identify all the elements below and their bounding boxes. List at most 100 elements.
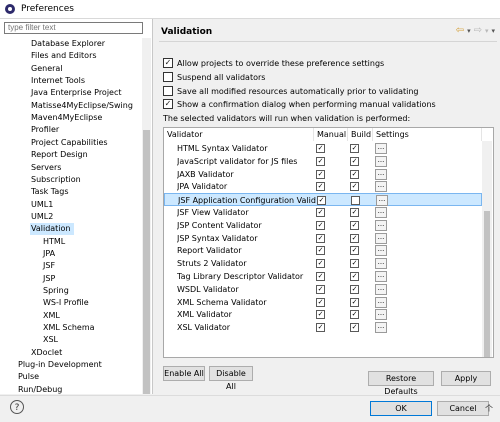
- chevron-down-icon[interactable]: ▾: [485, 27, 489, 35]
- option-allow-override[interactable]: ✓ Allow projects to override these prefer…: [163, 57, 384, 70]
- disable-all-button[interactable]: Disable All: [209, 366, 253, 391]
- checkbox[interactable]: ✓: [163, 57, 173, 68]
- tree-item[interactable]: XML: [43, 310, 60, 322]
- manual-checkbox[interactable]: ✓: [316, 233, 325, 243]
- build-checkbox[interactable]: ✓: [350, 144, 359, 153]
- settings-button[interactable]: ...: [376, 195, 388, 207]
- checkbox[interactable]: [163, 71, 173, 82]
- settings-button[interactable]: ...: [375, 322, 387, 334]
- settings-button[interactable]: ...: [375, 207, 387, 218]
- build-checkbox[interactable]: ✓: [350, 182, 359, 192]
- back-arrow-icon[interactable]: ⇦: [456, 25, 464, 36]
- tree-item[interactable]: Validation: [30, 223, 74, 236]
- table-row[interactable]: XSL Validator ✓ ✓...: [164, 321, 482, 334]
- tree-item[interactable]: Plug-in Development: [18, 359, 102, 371]
- menu-icon[interactable]: ▾: [491, 27, 495, 35]
- settings-button[interactable]: ...: [375, 245, 387, 257]
- tree-item[interactable]: XSL: [43, 334, 58, 346]
- build-checkbox[interactable]: ✓: [350, 246, 359, 256]
- column-header-settings[interactable]: Settings: [373, 128, 482, 141]
- manual-checkbox[interactable]: ✓: [316, 284, 325, 294]
- build-checkbox[interactable]: ✓: [350, 156, 359, 166]
- settings-button[interactable]: ...: [375, 168, 387, 180]
- build-checkbox[interactable]: ✓: [350, 297, 359, 307]
- scrollbar-thumb[interactable]: [143, 130, 150, 394]
- manual-checkbox[interactable]: ✓: [316, 246, 325, 256]
- manual-checkbox[interactable]: ✓: [316, 144, 325, 153]
- tree-item[interactable]: JSP: [43, 273, 55, 285]
- manual-checkbox[interactable]: ✓: [316, 182, 325, 192]
- table-row[interactable]: WSDL Validator ✓ ✓...: [164, 283, 482, 296]
- option-show-confirmation[interactable]: ✓ Show a confirmation dialog when perform…: [163, 98, 436, 111]
- settings-button[interactable]: ...: [375, 232, 387, 244]
- tree-item[interactable]: Files and Editors: [31, 50, 97, 62]
- option-suspend-validators[interactable]: Suspend all validators: [163, 71, 265, 84]
- manual-checkbox[interactable]: ✓: [317, 196, 326, 206]
- build-checkbox[interactable]: ✓: [350, 272, 359, 281]
- filter-input[interactable]: [4, 22, 143, 34]
- forward-arrow-icon[interactable]: ⇨: [474, 25, 482, 36]
- table-row[interactable]: XML Schema Validator ✓ ✓...: [164, 296, 482, 309]
- settings-button[interactable]: ...: [375, 258, 387, 270]
- tree-item[interactable]: Java Enterprise Project: [31, 87, 122, 99]
- tree-item[interactable]: Subscription: [31, 174, 81, 186]
- settings-button[interactable]: ...: [375, 181, 387, 193]
- tree-item[interactable]: Matisse4MyEclipse/Swing: [31, 100, 133, 112]
- checkbox[interactable]: ✓: [163, 98, 173, 109]
- build-checkbox[interactable]: [351, 196, 360, 206]
- build-checkbox[interactable]: ✓: [350, 208, 359, 217]
- table-row[interactable]: Struts 2 Validator ✓ ✓...: [164, 257, 482, 270]
- table-row[interactable]: JSP Content Validator ✓ ✓...: [164, 219, 482, 232]
- build-checkbox[interactable]: ✓: [350, 259, 359, 269]
- column-header-manual[interactable]: Manual: [314, 128, 348, 141]
- tree-item[interactable]: JPA: [43, 248, 55, 260]
- build-checkbox[interactable]: ✓: [350, 169, 359, 179]
- chevron-down-icon[interactable]: ▾: [467, 27, 471, 35]
- tree-item[interactable]: Report Design: [31, 149, 88, 161]
- tree-item[interactable]: Maven4MyEclipse: [31, 112, 102, 124]
- table-row[interactable]: Report Validator ✓ ✓...: [164, 244, 482, 257]
- manual-checkbox[interactable]: ✓: [316, 297, 325, 307]
- tree-item[interactable]: Pulse: [18, 371, 39, 383]
- scrollbar-thumb[interactable]: [484, 211, 490, 357]
- tree-item[interactable]: Servers: [31, 162, 61, 174]
- table-row[interactable]: JAXB Validator ✓ ✓...: [164, 168, 482, 181]
- tree-item[interactable]: HTML: [43, 236, 65, 248]
- apply-button[interactable]: Apply: [441, 371, 491, 386]
- manual-checkbox[interactable]: ✓: [316, 208, 325, 217]
- ok-button[interactable]: OK: [370, 401, 432, 416]
- settings-button[interactable]: ...: [375, 283, 387, 295]
- table-scrollbar[interactable]: [482, 141, 492, 357]
- table-row[interactable]: JavaScript validator for JS files ✓ ✓...: [164, 155, 482, 168]
- settings-button[interactable]: ...: [375, 296, 387, 308]
- manual-checkbox[interactable]: ✓: [316, 272, 325, 281]
- manual-checkbox[interactable]: ✓: [316, 323, 325, 333]
- cancel-button[interactable]: Cancel: [437, 401, 489, 416]
- build-checkbox[interactable]: ✓: [350, 220, 359, 230]
- table-row[interactable]: JPA Validator ✓ ✓...: [164, 180, 482, 193]
- tree-item[interactable]: Run/Debug: [18, 384, 62, 394]
- option-save-resources[interactable]: Save all modified resources automaticall…: [163, 85, 419, 98]
- settings-button[interactable]: ...: [375, 219, 387, 231]
- tree-item[interactable]: Internet Tools: [31, 75, 85, 87]
- tree-item[interactable]: Task Tags: [31, 186, 69, 198]
- tree-item[interactable]: UML1: [31, 199, 53, 211]
- build-checkbox[interactable]: ✓: [350, 233, 359, 243]
- table-row[interactable]: XML Validator ✓ ✓...: [164, 308, 482, 321]
- tree-item[interactable]: WS-I Profile: [43, 297, 89, 309]
- tree-item[interactable]: Database Explorer: [31, 38, 105, 50]
- manual-checkbox[interactable]: ✓: [316, 156, 325, 166]
- table-row[interactable]: HTML Syntax Validator ✓ ✓...: [164, 142, 482, 155]
- help-icon[interactable]: ?: [10, 400, 24, 414]
- settings-button[interactable]: ...: [375, 309, 387, 321]
- build-checkbox[interactable]: ✓: [350, 284, 359, 294]
- tree-item[interactable]: XDoclet: [31, 347, 62, 359]
- column-header-validator[interactable]: Validator: [164, 128, 314, 141]
- tree-item[interactable]: Spring: [43, 285, 69, 297]
- manual-checkbox[interactable]: ✓: [316, 259, 325, 269]
- column-header-build[interactable]: Build: [348, 128, 373, 141]
- table-row[interactable]: JSP Syntax Validator ✓ ✓...: [164, 232, 482, 245]
- tree-item[interactable]: Profiler: [31, 124, 59, 136]
- manual-checkbox[interactable]: ✓: [316, 220, 325, 230]
- manual-checkbox[interactable]: ✓: [316, 169, 325, 179]
